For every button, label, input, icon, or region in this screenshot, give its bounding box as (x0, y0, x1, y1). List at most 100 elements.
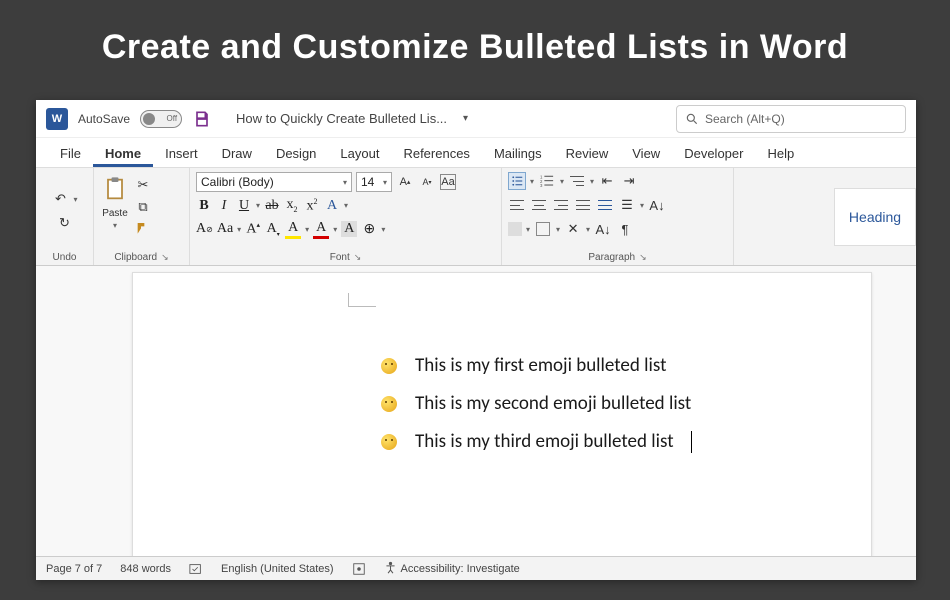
tab-insert[interactable]: Insert (153, 140, 210, 167)
font-color-icon[interactable]: A (313, 220, 329, 239)
redo-icon[interactable]: ↻ (56, 214, 74, 232)
save-icon[interactable] (192, 109, 212, 129)
tab-view[interactable]: View (620, 140, 672, 167)
slide-title: Create and Customize Bulleted Lists in W… (0, 0, 950, 85)
shrink-font2-icon[interactable]: A▾ (265, 221, 281, 238)
font-color-dropdown-icon[interactable]: ▾ (333, 225, 337, 234)
multilevel-list-button[interactable] (568, 172, 586, 190)
multilevel-dropdown-icon[interactable]: ▾ (590, 177, 594, 186)
font-size-value: 14 (361, 175, 374, 189)
highlight-dropdown-icon[interactable]: ▾ (305, 225, 309, 234)
tab-references[interactable]: References (391, 140, 481, 167)
tab-draw[interactable]: Draw (210, 140, 264, 167)
menu-tabs: File Home Insert Draw Design Layout Refe… (36, 138, 916, 168)
numbering-dropdown-icon[interactable]: ▾ (560, 177, 564, 186)
status-macro-icon[interactable] (352, 562, 366, 576)
word-logo-icon: W (46, 108, 68, 130)
tab-layout[interactable]: Layout (328, 140, 391, 167)
font-size-select[interactable]: 14 ▾ (356, 172, 392, 192)
font-name-select[interactable]: Calibri (Body) ▾ (196, 172, 352, 192)
spacing-dropdown-icon[interactable]: ▾ (640, 201, 644, 210)
style-heading[interactable]: Heading (834, 188, 916, 246)
align-right-icon[interactable] (552, 196, 570, 214)
chevron-down-icon[interactable]: ▾ (237, 225, 241, 234)
format-painter-icon[interactable] (134, 220, 152, 238)
status-spellcheck-icon[interactable] (189, 562, 203, 576)
document-content[interactable]: This is my first emoji bulleted list Thi… (381, 347, 692, 461)
grow-font2-icon[interactable]: A▴ (245, 221, 261, 238)
bold-button[interactable]: B (196, 198, 212, 214)
align-center-icon[interactable] (530, 196, 548, 214)
tab-review[interactable]: Review (554, 140, 621, 167)
phonetic-guide-icon[interactable]: Aa (217, 221, 233, 237)
grow-font-icon[interactable]: A▴ (396, 173, 414, 191)
strikethrough-button[interactable]: ab (264, 198, 280, 214)
paragraph-group-label: Paragraph (588, 252, 635, 263)
tab-design[interactable]: Design (264, 140, 328, 167)
search-input[interactable]: Search (Alt+Q) (676, 105, 906, 133)
borders-icon[interactable] (534, 220, 552, 238)
tab-home[interactable]: Home (93, 140, 153, 167)
sort-az-icon[interactable]: A↓ (594, 220, 612, 238)
increase-indent-icon[interactable]: ⇥ (620, 172, 638, 190)
document-title[interactable]: How to Quickly Create Bulleted Lis... (236, 111, 447, 126)
autosave-label: AutoSave (78, 112, 130, 126)
sort-icon[interactable]: A↓ (648, 196, 666, 214)
underline-button[interactable]: U (236, 198, 252, 214)
document-area[interactable]: This is my first emoji bulleted list Thi… (36, 266, 916, 556)
paste-dropdown-icon[interactable]: ▾ (113, 221, 117, 230)
tab-mailings[interactable]: Mailings (482, 140, 554, 167)
numbering-button[interactable]: 123 (538, 172, 556, 190)
chevron-down-icon[interactable]: ▾ (381, 225, 385, 234)
autosave-toggle[interactable]: Off (140, 110, 182, 128)
tab-developer[interactable]: Developer (672, 140, 755, 167)
status-page[interactable]: Page 7 of 7 (46, 563, 102, 575)
undo-dropdown-icon[interactable]: ▾ (73, 195, 77, 204)
ruler-indent-marker[interactable] (348, 293, 376, 307)
subscript-button[interactable]: x2 (284, 197, 300, 214)
bullets-dropdown-icon[interactable]: ▾ (530, 177, 534, 186)
status-language[interactable]: English (United States) (221, 563, 334, 575)
asian-layout-icon[interactable]: ✕ (564, 220, 582, 238)
paragraph-launcher-icon[interactable]: ↘ (639, 252, 647, 263)
paste-button[interactable]: Paste ▾ (100, 172, 130, 230)
list-item[interactable]: This is my second emoji bulleted list (381, 385, 692, 423)
borders-dropdown-icon[interactable]: ▾ (556, 225, 560, 234)
text-effects-icon[interactable]: A (324, 198, 340, 214)
tab-file[interactable]: File (48, 140, 93, 167)
tab-help[interactable]: Help (755, 140, 806, 167)
bullets-button[interactable] (508, 172, 526, 190)
status-accessibility[interactable]: Accessibility: Investigate (384, 561, 520, 577)
clear-formatting-icon[interactable]: A⊘ (196, 221, 213, 237)
superscript-button[interactable]: x2 (304, 197, 320, 215)
list-item[interactable]: This is my first emoji bulleted list (381, 347, 692, 385)
font-launcher-icon[interactable]: ↘ (354, 252, 362, 263)
ribbon-group-undo: ↶ ▾ ↻ Undo (36, 168, 94, 265)
line-spacing-icon[interactable]: ☰ (618, 196, 636, 214)
status-words[interactable]: 848 words (120, 563, 171, 575)
decrease-indent-icon[interactable]: ⇤ (598, 172, 616, 190)
shading-icon[interactable]: A (341, 221, 357, 237)
chevron-down-icon[interactable]: ▾ (526, 225, 530, 234)
document-page[interactable]: This is my first emoji bulleted list Thi… (132, 272, 872, 556)
cut-icon[interactable]: ✂ (134, 176, 152, 194)
clipboard-launcher-icon[interactable]: ↘ (161, 252, 169, 263)
enclose-char-icon[interactable]: ⊕ (361, 221, 377, 238)
chevron-down-icon[interactable]: ▾ (586, 225, 590, 234)
shading-para-icon[interactable] (508, 222, 522, 236)
show-marks-icon[interactable]: ¶ (616, 220, 634, 238)
change-case-icon[interactable]: Aa (440, 174, 456, 190)
text-effects-dropdown-icon[interactable]: ▾ (344, 201, 348, 210)
italic-button[interactable]: I (216, 198, 232, 214)
align-left-icon[interactable] (508, 196, 526, 214)
justify-icon[interactable] (574, 196, 592, 214)
list-item[interactable]: This is my third emoji bulleted list (381, 423, 692, 461)
doc-title-dropdown-icon[interactable]: ▾ (463, 113, 468, 124)
copy-icon[interactable]: ⧉ (134, 198, 152, 216)
distributed-icon[interactable] (596, 196, 614, 214)
shrink-font-icon[interactable]: A▾ (418, 173, 436, 191)
underline-dropdown-icon[interactable]: ▾ (256, 201, 260, 210)
highlight-color-icon[interactable]: A (285, 220, 301, 239)
font-name-value: Calibri (Body) (201, 175, 274, 189)
undo-icon[interactable]: ↶ (51, 190, 69, 208)
